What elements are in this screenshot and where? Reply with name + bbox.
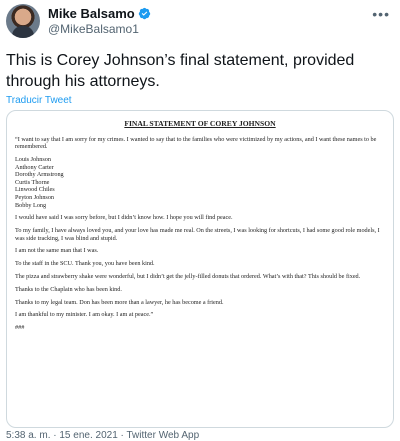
tweet-header: Mike Balsamo @MikeBalsamo1 •••	[0, 0, 400, 44]
author-handle[interactable]: @MikeBalsamo1	[48, 22, 139, 36]
list-item: Louis Johnson	[15, 155, 51, 163]
avatar[interactable]	[6, 4, 40, 38]
document-paragraph: Thanks to my legal team. Don has been mo…	[15, 298, 224, 306]
document-paragraph: I am thankful to my minister. I am okay.…	[15, 311, 154, 319]
list-item: Anthony Carter	[15, 163, 54, 171]
attached-image[interactable]: FINAL STATEMENT OF COREY JOHNSON “I want…	[6, 110, 394, 428]
document-paragraph: I would have said I was sorry before, bu…	[15, 214, 233, 222]
document-paragraph: I am not the same man that I was.	[15, 247, 99, 255]
author-name-row: Mike Balsamo	[48, 6, 151, 21]
victim-names-list: Louis Johnson Anthony Carter Dorothy Arm…	[15, 156, 385, 209]
translate-tweet-link[interactable]: Traducir Tweet	[6, 95, 72, 106]
meta-separator: ·	[120, 430, 124, 441]
meta-separator: ·	[53, 430, 57, 441]
tweet-date[interactable]: 15 ene. 2021	[59, 430, 117, 441]
document-title: FINAL STATEMENT OF COREY JOHNSON	[124, 119, 276, 128]
document-paragraph: To my family, I have always loved you, a…	[15, 227, 380, 242]
list-item: Peyton Johnson	[15, 193, 55, 201]
list-item: Bobby Long	[15, 201, 47, 209]
document-paragraph: The pizza and strawberry shake were wond…	[15, 273, 361, 281]
document-end-mark: ###	[15, 324, 25, 332]
author-display-name[interactable]: Mike Balsamo	[48, 6, 135, 21]
verified-badge-icon	[138, 7, 150, 20]
document-paragraph: To the staff in the SCU. Thank you, you …	[15, 260, 155, 268]
list-item: Curtis Thorne	[15, 178, 50, 186]
more-horizontal-icon[interactable]: •••	[372, 6, 390, 22]
list-item: Dorothy Armstrong	[15, 171, 64, 179]
list-item: Linwood Chiles	[15, 186, 55, 194]
statement-document: FINAL STATEMENT OF COREY JOHNSON “I want…	[7, 111, 393, 427]
tweet-metadata: 5:38 a. m. · 15 ene. 2021 · Twitter Web …	[6, 430, 199, 441]
document-intro: “I want to say that I am sorry for my cr…	[15, 135, 377, 151]
tweet-source-app[interactable]: Twitter Web App	[127, 430, 200, 441]
tweet-time[interactable]: 5:38 a. m.	[6, 430, 50, 441]
tweet-text: This is Corey Johnson’s final statement,…	[6, 52, 355, 90]
document-paragraph: Thanks to the Chaplain who has been kind…	[15, 285, 122, 293]
